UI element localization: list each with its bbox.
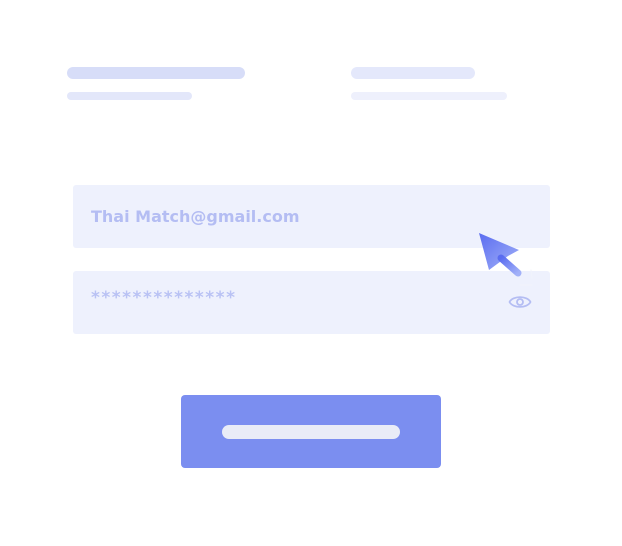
title-placeholder-bar [351, 67, 475, 79]
eye-icon[interactable] [508, 292, 532, 312]
cursor-arrow-icon [479, 233, 533, 286]
subtitle-placeholder-bar [351, 92, 507, 100]
password-field-value: ************** [91, 288, 237, 308]
title-placeholder-bar [67, 67, 245, 79]
subtitle-placeholder-bar [67, 92, 192, 100]
submit-label-placeholder [222, 425, 400, 439]
submit-button[interactable] [181, 395, 441, 468]
email-field-value: Thai Match@gmail.com [91, 207, 300, 226]
